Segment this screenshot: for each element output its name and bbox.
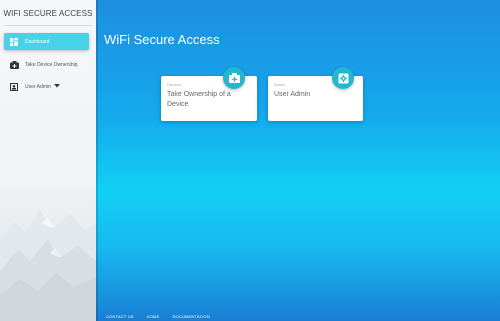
settings-icon <box>332 67 354 89</box>
sidebar-item-label: Dashboard <box>25 38 50 45</box>
main-content: WiFi Secure Access Devices Take Ownershi… <box>96 0 500 321</box>
card-take-ownership[interactable]: Devices Take Ownership of a Device <box>161 67 257 121</box>
sidebar-item-label: User Admin <box>25 83 51 90</box>
sidebar-item-label: Take Device Ownership <box>25 61 78 68</box>
camera-plus-icon <box>7 60 21 69</box>
user-admin-icon <box>7 82 21 91</box>
sidebar-item-user-admin[interactable]: User Admin <box>4 78 89 95</box>
sidebar-item-dashboard[interactable]: Dashboard <box>4 33 89 50</box>
footer-link-documentation[interactable]: DOCUMENTATION <box>172 314 209 319</box>
sidebar-item-take-device-ownership[interactable]: Take Device Ownership <box>4 56 89 73</box>
page-title: WiFi Secure Access <box>104 32 220 47</box>
footer: CONTACT US HOME DOCUMENTATION <box>106 314 210 319</box>
sidebar-divider <box>4 25 92 26</box>
app-title: WIFI SECURE ACCESS <box>3 9 93 18</box>
footer-link-home[interactable]: HOME <box>147 314 160 319</box>
camera-plus-icon <box>223 67 245 89</box>
sidebar: WIFI SECURE ACCESS Dashboard Take Device… <box>0 0 96 321</box>
card-category: Admin <box>274 82 286 87</box>
mountain-background-image <box>0 209 96 321</box>
card-title: Take Ownership of a Device <box>167 91 231 108</box>
card-title: User Admin <box>274 91 311 98</box>
chevron-down-icon <box>53 83 60 90</box>
dashboard-icon <box>7 37 21 46</box>
card-category: Devices <box>167 82 182 87</box>
footer-link-contact-us[interactable]: CONTACT US <box>106 314 134 319</box>
card-user-admin[interactable]: Admin User Admin <box>268 67 363 121</box>
